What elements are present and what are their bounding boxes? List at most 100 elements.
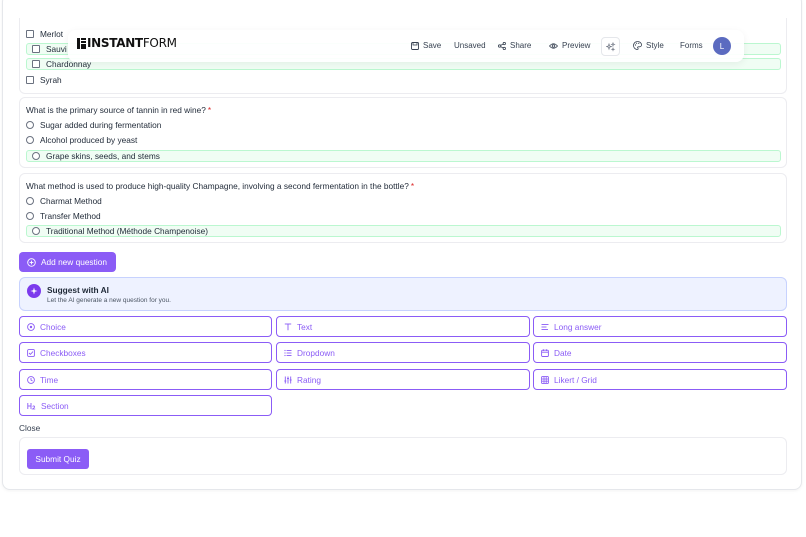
radio-icon: [27, 322, 35, 331]
type-label: Rating: [297, 374, 321, 385]
question-title-text: What is the primary source of tannin in …: [26, 105, 206, 115]
type-label: Dropdown: [297, 347, 335, 358]
question-card-2: What is the primary source of tannin in …: [19, 97, 787, 168]
option-sugar[interactable]: Sugar added during fermentation: [26, 119, 161, 131]
suggest-ai-subtitle: Let the AI generate a new question for y…: [47, 297, 171, 304]
calendar-icon: [541, 348, 549, 357]
sparkles-icon: [605, 41, 616, 52]
checkbox-icon[interactable]: [26, 30, 34, 38]
option-label: Syrah: [40, 75, 62, 85]
palette-icon: [633, 41, 642, 50]
question-title-text: What method is used to produce high-qual…: [26, 181, 409, 191]
close-link[interactable]: Close: [19, 423, 40, 433]
option-alcohol[interactable]: Alcohol produced by yeast: [26, 134, 137, 146]
unsaved-status: Unsaved: [454, 41, 486, 50]
type-choice-button[interactable]: Choice: [19, 316, 272, 337]
option-label: Merlot: [40, 29, 64, 39]
option-grape-skins[interactable]: Grape skins, seeds, and stems: [26, 150, 781, 162]
option-syrah[interactable]: Syrah: [26, 74, 62, 86]
heading-icon: [27, 402, 36, 409]
share-icon: [498, 41, 506, 50]
radio-icon[interactable]: [26, 212, 34, 220]
add-new-question-label: Add new question: [41, 257, 107, 267]
type-label: Checkboxes: [40, 347, 86, 358]
plus-circle-icon: [27, 257, 36, 267]
radio-icon[interactable]: [26, 121, 34, 129]
type-checkboxes-button[interactable]: Checkboxes: [19, 342, 272, 363]
share-label: Share: [510, 41, 532, 50]
option-label: Grape skins, seeds, and stems: [46, 151, 160, 161]
preview-button[interactable]: Preview: [549, 41, 590, 50]
unsaved-label: Unsaved: [454, 41, 486, 50]
option-label: Alcohol produced by yeast: [40, 135, 138, 145]
checkbox-icon[interactable]: [32, 45, 40, 53]
option-transfer[interactable]: Transfer Method: [26, 210, 101, 222]
avatar-initial: L: [719, 41, 725, 51]
option-label: Sugar added during fermentation: [40, 120, 162, 130]
editor-toolbar: INSTANT FORM Save Unsaved Share Preview S…: [68, 30, 744, 62]
radio-icon[interactable]: [32, 152, 40, 160]
share-button[interactable]: Share: [498, 41, 531, 50]
submit-quiz-button[interactable]: Submit Quiz: [27, 449, 89, 469]
forms-link[interactable]: Forms: [680, 41, 703, 50]
dropdown-icon: [284, 349, 292, 356]
text-icon: [284, 323, 292, 330]
instantform-logo[interactable]: INSTANT FORM: [77, 36, 177, 50]
option-label: Charmat Method: [40, 196, 102, 206]
logo-text-bold: INSTANT: [87, 36, 143, 50]
type-dropdown-button[interactable]: Dropdown: [276, 342, 530, 363]
radio-icon[interactable]: [32, 227, 40, 235]
option-merlot[interactable]: Merlot: [26, 28, 63, 40]
required-marker: *: [207, 105, 212, 115]
preview-label: Preview: [562, 41, 591, 50]
ai-sparkle-icon: [27, 284, 41, 298]
type-label: Likert / Grid: [554, 374, 597, 385]
type-label: Time: [40, 374, 59, 385]
type-long-answer-button[interactable]: Long answer: [533, 316, 787, 337]
forms-label: Forms: [680, 41, 703, 50]
option-traditional[interactable]: Traditional Method (Méthode Champenoise): [26, 225, 781, 237]
grid-icon: [541, 375, 549, 384]
ai-magic-button[interactable]: [601, 37, 620, 56]
long-answer-icon: [541, 323, 549, 330]
checkbox-icon[interactable]: [26, 76, 34, 84]
type-time-button[interactable]: Time: [19, 369, 272, 390]
clock-icon: [27, 375, 35, 384]
question-title: What method is used to produce high-qual…: [26, 181, 414, 191]
required-marker: *: [410, 181, 415, 191]
type-label: Choice: [40, 321, 66, 332]
type-rating-button[interactable]: Rating: [276, 369, 530, 390]
option-label: Transfer Method: [40, 211, 101, 221]
submit-card: Submit Quiz: [19, 437, 787, 475]
save-label: Save: [423, 41, 442, 50]
logo-text-rest: FORM: [142, 36, 177, 50]
eye-icon: [549, 42, 558, 49]
save-icon: [411, 41, 419, 50]
suggest-ai-title: Suggest with AI: [47, 285, 109, 295]
type-label: Date: [554, 347, 572, 358]
type-date-button[interactable]: Date: [533, 342, 787, 363]
question-card-3: What method is used to produce high-qual…: [19, 173, 787, 243]
question-title: What is the primary source of tannin in …: [26, 105, 211, 115]
option-label: Traditional Method (Méthode Champenoise): [46, 226, 209, 236]
type-section-button[interactable]: Section: [19, 395, 272, 416]
type-likert-grid-button[interactable]: Likert / Grid: [533, 369, 787, 390]
type-label: Long answer: [554, 321, 602, 332]
radio-icon[interactable]: [26, 197, 34, 205]
type-text-button[interactable]: Text: [276, 316, 530, 337]
checkbox-icon[interactable]: [32, 60, 40, 68]
type-label: Text: [297, 321, 313, 332]
rating-icon: [284, 376, 292, 383]
option-label: Sauvi: [46, 44, 67, 54]
logo-mark-icon: [77, 37, 86, 49]
style-label: Style: [646, 41, 664, 50]
save-button[interactable]: Save: [411, 41, 441, 50]
radio-icon[interactable]: [26, 136, 34, 144]
type-label: Section: [41, 400, 69, 411]
add-new-question-button[interactable]: Add new question: [19, 252, 116, 272]
user-avatar[interactable]: L: [713, 37, 731, 55]
option-charmat[interactable]: Charmat Method: [26, 195, 102, 207]
suggest-with-ai-card[interactable]: Suggest with AI Let the AI generate a ne…: [19, 277, 787, 311]
style-button[interactable]: Style: [633, 41, 664, 50]
checkbox-icon: [27, 348, 35, 357]
